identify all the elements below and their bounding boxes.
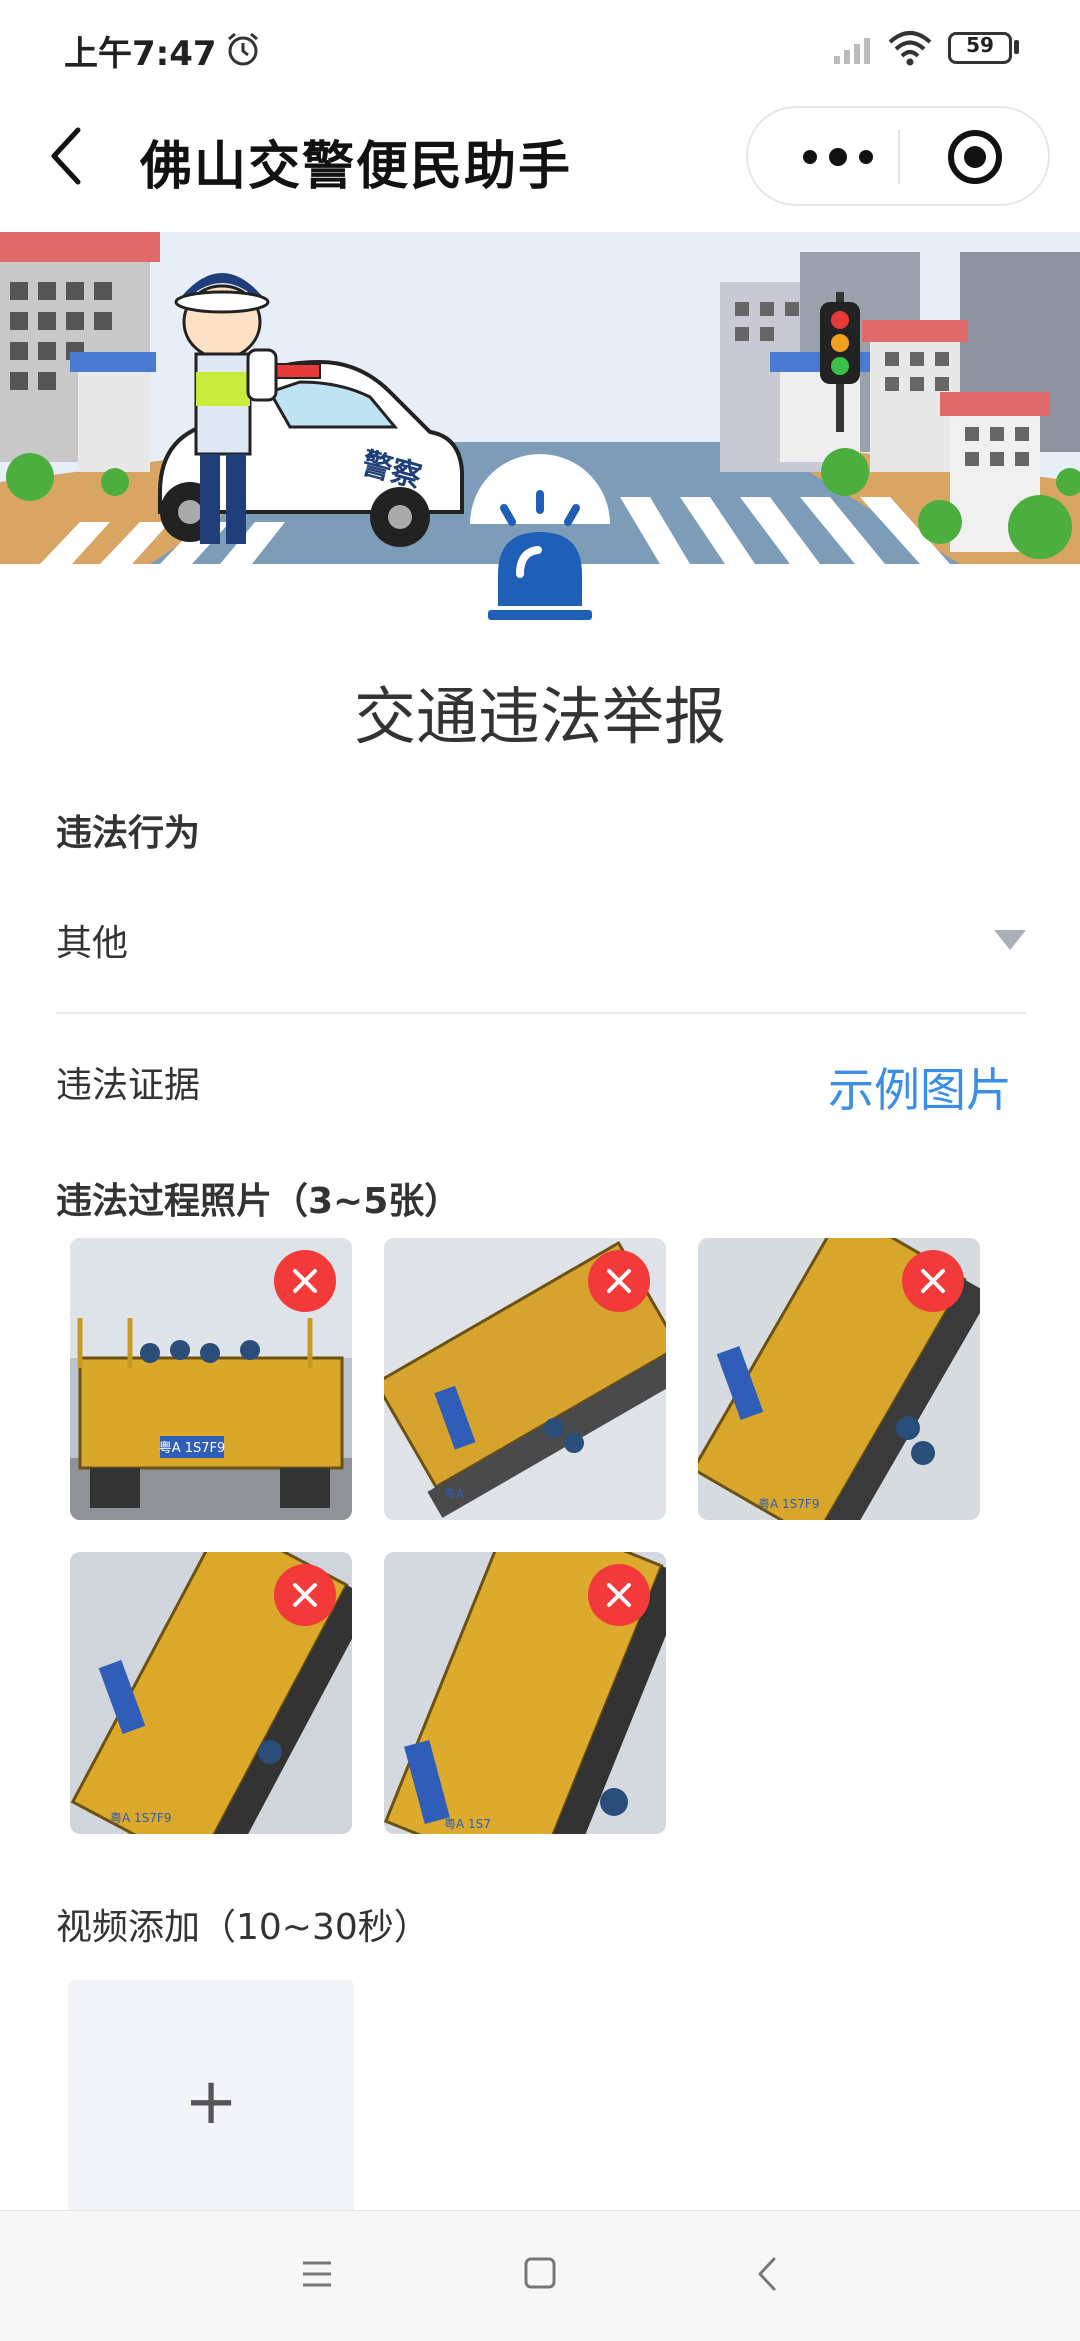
close-icon (921, 1269, 945, 1293)
page-nav-title: 佛山交警便民助手 (140, 137, 573, 197)
violation-value: 其他 (56, 923, 129, 964)
video-label: 视频添加（10~30秒） (56, 1907, 430, 1948)
photos-label: 违法过程照片（3~5张） (56, 1181, 461, 1222)
battery-tip (1014, 40, 1019, 54)
chevron-left-icon[interactable] (46, 126, 86, 186)
add-video-button[interactable]: + (68, 1980, 354, 2220)
plus-icon: + (184, 2065, 238, 2139)
evidence-photo[interactable]: 粤A (384, 1238, 666, 1520)
back-icon[interactable] (754, 2255, 780, 2293)
wifi-icon (888, 31, 932, 66)
plate-text: 粤A 1S7F9 (159, 1440, 226, 1456)
close-icon (293, 1269, 317, 1293)
delete-photo-button[interactable] (902, 1250, 964, 1312)
status-time: 上午7:47 (64, 34, 217, 74)
evidence-photo[interactable]: 粤A 1S7F9 (70, 1238, 352, 1520)
plate-text: 粤A 1S7 (444, 1816, 491, 1831)
close-icon (607, 1269, 631, 1293)
more-button[interactable] (788, 128, 888, 186)
home-icon[interactable] (523, 2255, 557, 2291)
siren-icon (488, 490, 592, 620)
delete-photo-button[interactable] (274, 1250, 336, 1312)
plate-text: 粤A (444, 1486, 465, 1501)
mini-program-capsule (746, 106, 1050, 206)
status-bar: 上午7:47 59 (0, 0, 1080, 96)
signal-icon (834, 38, 870, 64)
menu-icon[interactable] (300, 2257, 334, 2291)
delete-photo-button[interactable] (274, 1564, 336, 1626)
battery-icon: 59 (948, 32, 1012, 64)
violation-label: 违法行为 (56, 813, 201, 854)
delete-photo-button[interactable] (588, 1250, 650, 1312)
divider (56, 1012, 1026, 1014)
more-dots-icon (803, 148, 873, 166)
capsule-divider (898, 130, 900, 184)
plate-text: 粤A 1S7F9 (758, 1496, 819, 1511)
caret-down-icon (994, 930, 1026, 950)
system-nav-bar (0, 2210, 1080, 2341)
close-mini-program-button[interactable] (930, 128, 1020, 186)
alarm-icon (228, 32, 258, 66)
violation-select[interactable]: 其他 (40, 880, 1040, 1000)
evidence-label: 违法证据 (56, 1065, 201, 1106)
evidence-photo[interactable]: 粤A 1S7 (384, 1552, 666, 1834)
plate-text: 粤A 1S7F9 (110, 1810, 171, 1825)
target-circle-icon (948, 130, 1002, 184)
delete-photo-button[interactable] (588, 1564, 650, 1626)
battery-level: 59 (966, 33, 994, 57)
close-icon (607, 1583, 631, 1607)
evidence-photo[interactable]: 粤A 1S7F9 (70, 1552, 352, 1834)
page-title: 交通违法举报 (353, 680, 726, 753)
example-image-link[interactable]: 示例图片 (828, 1054, 1012, 1120)
evidence-photo[interactable]: 粤A 1S7F9 (698, 1238, 980, 1520)
close-icon (293, 1583, 317, 1607)
